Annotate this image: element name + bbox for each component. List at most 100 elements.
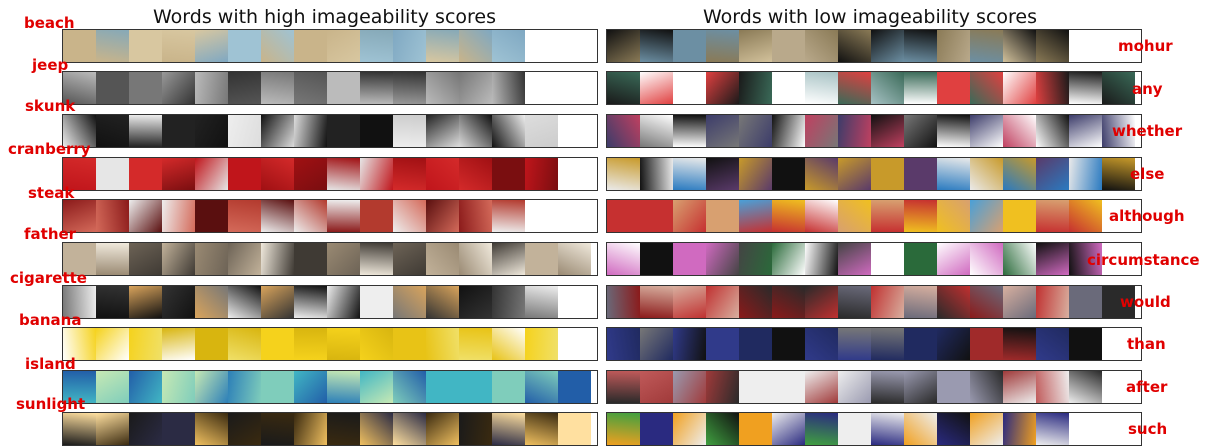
right-image-strip-although (606, 199, 1142, 233)
right-word-label: such (1128, 420, 1168, 438)
left-thumbnail (195, 72, 228, 104)
left-word-label: banana (19, 311, 82, 329)
left-thumbnail (294, 371, 327, 403)
left-thumbnail (393, 115, 426, 147)
right-thumbnail (904, 413, 937, 445)
right-image-strip-mohur (606, 29, 1142, 63)
right-image-strip-such (606, 412, 1142, 446)
left-thumbnail (261, 30, 294, 62)
left-thumbnail (195, 371, 228, 403)
left-thumbnail (261, 200, 294, 232)
left-thumbnail (459, 371, 492, 403)
right-thumbnail (673, 115, 706, 147)
left-thumbnail (525, 158, 558, 190)
left-thumbnail (459, 30, 492, 62)
right-thumbnail (1102, 72, 1135, 104)
right-thumbnail (871, 371, 904, 403)
right-thumbnail (1003, 30, 1036, 62)
right-thumbnail (871, 286, 904, 318)
right-thumbnail (1003, 243, 1036, 275)
left-thumbnail (393, 328, 426, 360)
left-thumbnail (426, 115, 459, 147)
right-thumbnail (805, 115, 838, 147)
left-thumbnail (195, 115, 228, 147)
left-image-strip-father (62, 242, 598, 276)
right-word-label: mohur (1118, 37, 1173, 55)
left-thumbnail (294, 30, 327, 62)
right-thumbnail (838, 30, 871, 62)
right-word-label: after (1126, 378, 1168, 396)
right-thumbnail (706, 158, 739, 190)
left-thumbnail (393, 371, 426, 403)
right-thumbnail (706, 328, 739, 360)
left-thumbnail (294, 243, 327, 275)
right-word-label: would (1120, 293, 1171, 311)
right-thumbnail (937, 413, 970, 445)
right-thumbnail (838, 413, 871, 445)
left-thumbnail (459, 328, 492, 360)
right-thumbnail (640, 30, 673, 62)
left-thumbnail (261, 115, 294, 147)
right-thumbnail (706, 286, 739, 318)
left-thumbnail (294, 158, 327, 190)
right-image-strip-than (606, 327, 1142, 361)
left-thumbnail (261, 72, 294, 104)
right-thumbnail (904, 72, 937, 104)
left-thumbnail (162, 243, 195, 275)
right-thumbnail (1003, 115, 1036, 147)
right-thumbnail (706, 413, 739, 445)
left-image-strip-banana (62, 327, 598, 361)
right-thumbnail (970, 328, 1003, 360)
right-thumbnail (805, 371, 838, 403)
left-image-strip-jeep (62, 71, 598, 105)
left-thumbnail (261, 328, 294, 360)
right-thumbnail (970, 243, 1003, 275)
left-thumbnail (492, 286, 525, 318)
left-thumbnail (261, 286, 294, 318)
right-thumbnail (805, 328, 838, 360)
right-thumbnail (838, 286, 871, 318)
right-thumbnail (904, 286, 937, 318)
left-thumbnail (525, 243, 558, 275)
left-thumbnail (426, 72, 459, 104)
right-thumbnail (937, 328, 970, 360)
right-thumbnail (607, 243, 640, 275)
right-thumbnail (805, 72, 838, 104)
right-thumbnail (673, 243, 706, 275)
left-thumbnail (162, 413, 195, 445)
left-thumbnail (327, 413, 360, 445)
left-thumbnail (129, 200, 162, 232)
right-thumbnail (1069, 200, 1102, 232)
left-thumbnail (492, 158, 525, 190)
left-thumbnail (393, 30, 426, 62)
left-thumbnail (393, 72, 426, 104)
right-thumbnail (805, 200, 838, 232)
left-thumbnail (228, 413, 261, 445)
left-thumbnail (228, 328, 261, 360)
left-thumbnail (129, 371, 162, 403)
right-thumbnail (970, 286, 1003, 318)
right-thumbnail (1069, 158, 1102, 190)
right-thumbnail (640, 286, 673, 318)
left-thumbnail (426, 158, 459, 190)
right-thumbnail (1069, 371, 1102, 403)
right-image-strip-circumstance (606, 242, 1142, 276)
left-thumbnail (426, 30, 459, 62)
left-thumbnail (294, 328, 327, 360)
left-thumbnail (492, 371, 525, 403)
right-thumbnail (937, 30, 970, 62)
right-thumbnail (706, 243, 739, 275)
left-thumbnail (162, 158, 195, 190)
right-image-strip-else (606, 157, 1142, 191)
left-thumbnail (96, 200, 129, 232)
left-thumbnail (525, 286, 558, 318)
right-thumbnail (673, 72, 706, 104)
left-thumbnail (426, 371, 459, 403)
left-thumbnail (228, 158, 261, 190)
left-thumbnail (327, 72, 360, 104)
left-thumbnail (459, 72, 492, 104)
left-thumbnail (228, 243, 261, 275)
right-thumbnail (904, 371, 937, 403)
right-thumbnail (640, 158, 673, 190)
left-thumbnail (426, 243, 459, 275)
